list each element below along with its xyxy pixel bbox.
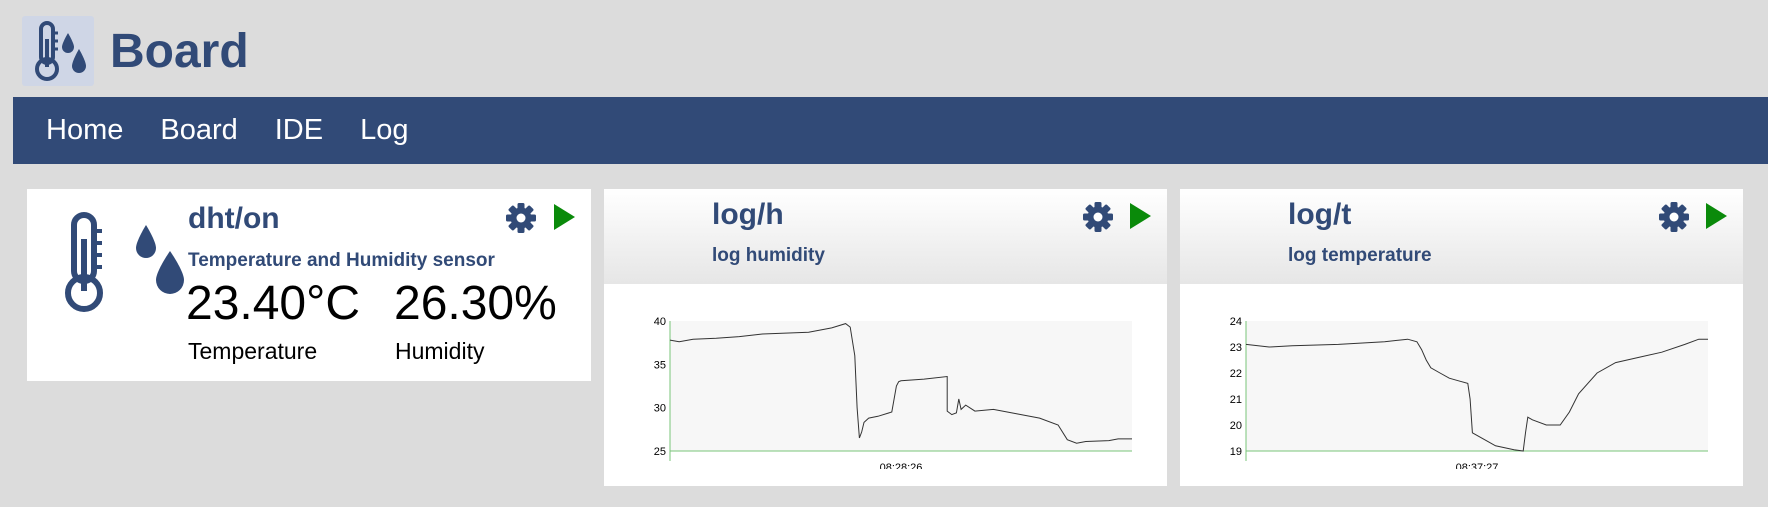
page-title: Board bbox=[110, 24, 249, 78]
y-tick-label: 25 bbox=[654, 446, 666, 458]
widget-title: log/h bbox=[712, 198, 784, 231]
nav-item-ide[interactable]: IDE bbox=[275, 114, 323, 147]
temperature-label: Temperature bbox=[188, 338, 318, 364]
y-tick-label: 30 bbox=[654, 403, 666, 415]
gear-icon[interactable] bbox=[1658, 201, 1690, 233]
y-tick-label: 35 bbox=[654, 359, 666, 371]
temperature-chart: 24 23 22 21 20 19 08:37:27 bbox=[1230, 316, 1708, 469]
log-temperature-widget-card: log/t log temperature 24 23 22 21 20 19 08:37:… bbox=[1180, 189, 1743, 486]
y-tick-label: 19 bbox=[1230, 446, 1242, 458]
y-tick-label: 20 bbox=[1230, 420, 1242, 432]
widget-title: log/t bbox=[1288, 198, 1352, 231]
humidity-value: 26.30% bbox=[394, 277, 557, 330]
humidity-label: Humidity bbox=[395, 338, 485, 364]
dht-widget-card: dht/on Temperature and Humidity sensor 2… bbox=[27, 189, 591, 381]
app-header: Board bbox=[22, 16, 249, 86]
thermometer-droplets-icon bbox=[65, 212, 184, 312]
thermometer-droplets-logo-icon bbox=[22, 16, 94, 86]
widget-title: dht/on bbox=[188, 202, 280, 235]
log-humidity-widget-card: log/h log humidity 40 35 30 25 08:28:26 bbox=[604, 189, 1167, 486]
nav-bar: Home Board IDE Log bbox=[13, 97, 1768, 164]
gear-icon[interactable] bbox=[1082, 201, 1114, 233]
gear-icon[interactable] bbox=[505, 202, 537, 234]
nav-item-home[interactable]: Home bbox=[46, 114, 123, 147]
plot-area bbox=[1246, 321, 1708, 451]
widget-subtitle: Temperature and Humidity sensor bbox=[188, 250, 495, 271]
play-icon[interactable] bbox=[552, 203, 576, 231]
widget-subtitle: log humidity bbox=[712, 245, 825, 266]
y-tick-label: 40 bbox=[654, 316, 666, 328]
x-tick-label: 08:28:26 bbox=[880, 462, 923, 469]
y-tick-label: 22 bbox=[1230, 368, 1242, 380]
widget-subtitle: log temperature bbox=[1288, 245, 1432, 266]
humidity-chart: 40 35 30 25 08:28:26 bbox=[654, 316, 1132, 469]
temperature-value: 23.40°C bbox=[186, 277, 360, 330]
y-tick-label: 24 bbox=[1230, 316, 1242, 328]
nav-item-board[interactable]: Board bbox=[160, 114, 237, 147]
y-tick-label: 23 bbox=[1230, 342, 1242, 354]
nav-item-log[interactable]: Log bbox=[360, 114, 408, 147]
play-icon[interactable] bbox=[1128, 202, 1152, 230]
x-tick-label: 08:37:27 bbox=[1456, 462, 1499, 469]
play-icon[interactable] bbox=[1704, 202, 1728, 230]
y-tick-label: 21 bbox=[1230, 394, 1242, 406]
